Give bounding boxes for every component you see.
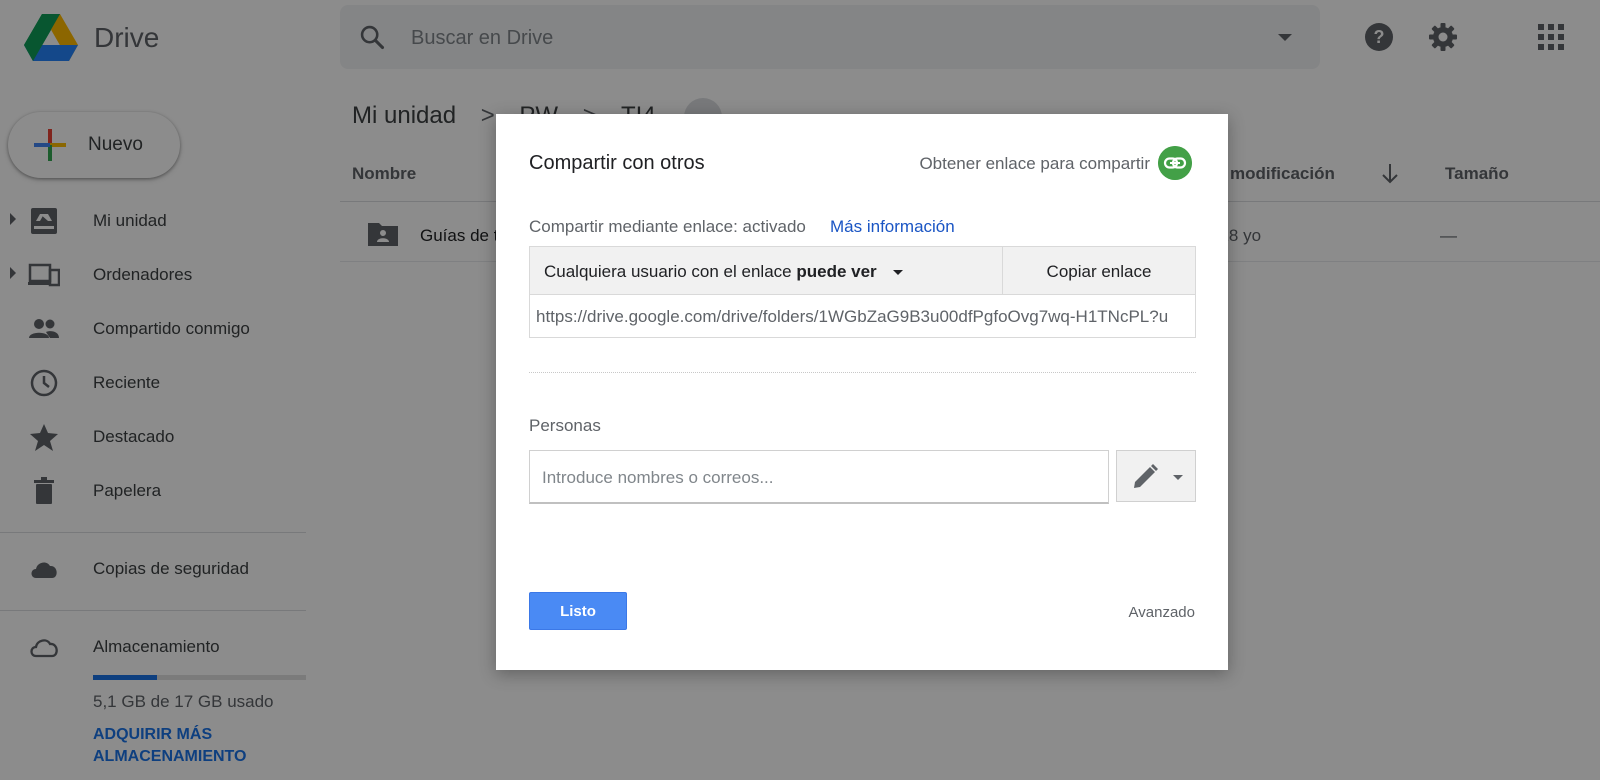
people-input-placeholder: Introduce nombres o correos... [542,468,774,487]
done-button-label: Listo [560,603,596,620]
link-access-dropdown[interactable]: Cualquiera usuario con el enlace puede v… [530,247,1003,295]
people-email-input[interactable]: Introduce nombres o correos... [529,450,1109,504]
people-section-label: Personas [529,416,601,435]
link-sharing-status: Compartir mediante enlace: activado [529,217,806,236]
chevron-down-icon [1173,475,1183,480]
more-info-link[interactable]: Más información [830,217,955,237]
pencil-icon [1134,464,1158,488]
link-settings-box: Cualquiera usuario con el enlace puede v… [529,246,1196,338]
dialog-divider [529,372,1196,373]
chevron-down-icon [893,270,904,276]
dialog-title: Compartir con otros [529,152,705,174]
copy-link-button[interactable]: Copiar enlace [1003,247,1195,295]
link-access-level: puede ver [796,262,877,281]
drive-app: Drive Buscar en Drive ? Nuevo Mi unidad … [0,0,1600,780]
get-share-link-label[interactable]: Obtener enlace para compartir [919,154,1150,174]
share-dialog: Compartir con otros Obtener enlace para … [496,114,1228,670]
advanced-settings-link[interactable]: Avanzado [1129,604,1195,621]
done-button[interactable]: Listo [529,592,627,630]
link-icon[interactable] [1158,146,1192,180]
share-url-field[interactable]: https://drive.google.com/drive/folders/1… [536,307,1188,331]
link-access-prefix: Cualquiera usuario con el enlace [544,262,792,281]
link-access-text[interactable]: Cualquiera usuario con el enlace puede v… [544,262,904,282]
copy-link-label: Copiar enlace [1046,262,1152,281]
permission-dropdown-button[interactable] [1116,450,1196,502]
